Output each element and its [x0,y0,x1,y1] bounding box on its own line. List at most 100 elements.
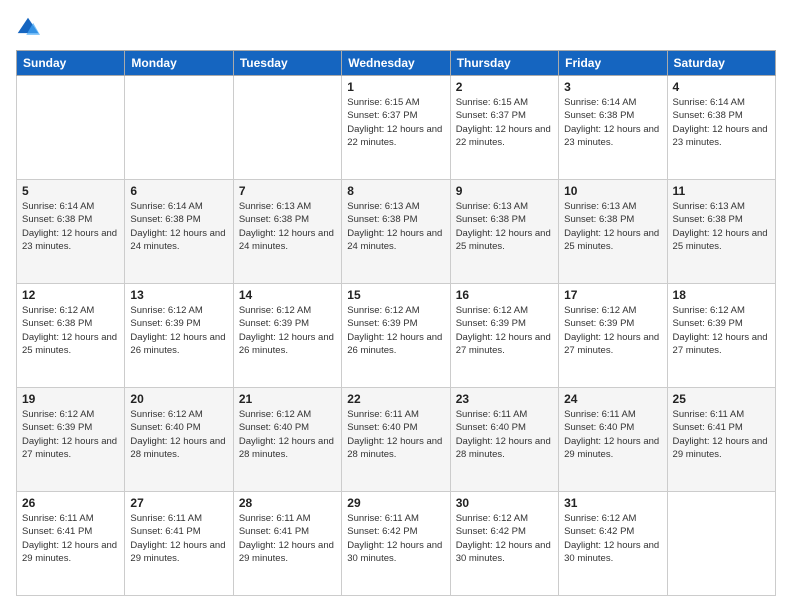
calendar-cell: 12 Sunrise: 6:12 AM Sunset: 6:38 PM Dayli… [17,284,125,388]
weekday-header-monday: Monday [125,51,233,76]
day-info: Sunrise: 6:13 AM Sunset: 6:38 PM Dayligh… [347,200,444,253]
calendar-page: SundayMondayTuesdayWednesdayThursdayFrid… [0,0,792,612]
logo-icon [16,16,40,40]
day-info: Sunrise: 6:12 AM Sunset: 6:42 PM Dayligh… [456,512,553,565]
day-number: 24 [564,392,661,406]
day-number: 10 [564,184,661,198]
day-info: Sunrise: 6:12 AM Sunset: 6:40 PM Dayligh… [239,408,336,461]
day-info: Sunrise: 6:11 AM Sunset: 6:40 PM Dayligh… [456,408,553,461]
day-info: Sunrise: 6:14 AM Sunset: 6:38 PM Dayligh… [673,96,770,149]
calendar-cell: 29 Sunrise: 6:11 AM Sunset: 6:42 PM Dayli… [342,492,450,596]
day-number: 18 [673,288,770,302]
weekday-header-wednesday: Wednesday [342,51,450,76]
day-number: 19 [22,392,119,406]
calendar-cell: 3Sunrise: 6:14 AM Sunset: 6:38 PM Daylig… [559,76,667,180]
day-info: Sunrise: 6:12 AM Sunset: 6:42 PM Dayligh… [564,512,661,565]
calendar-header: SundayMondayTuesdayWednesdayThursdayFrid… [17,51,776,76]
calendar-cell [17,76,125,180]
day-info: Sunrise: 6:12 AM Sunset: 6:40 PM Dayligh… [130,408,227,461]
weekday-header-saturday: Saturday [667,51,775,76]
day-info: Sunrise: 6:11 AM Sunset: 6:42 PM Dayligh… [347,512,444,565]
calendar-cell: 30Sunrise: 6:12 AM Sunset: 6:42 PM Dayli… [450,492,558,596]
day-number: 20 [130,392,227,406]
calendar-cell: 22 Sunrise: 6:11 AM Sunset: 6:40 PM Dayli… [342,388,450,492]
weekday-header-thursday: Thursday [450,51,558,76]
header [16,16,776,40]
day-number: 11 [673,184,770,198]
weekday-header-sunday: Sunday [17,51,125,76]
calendar-cell: 18 Sunrise: 6:12 AM Sunset: 6:39 PM Dayli… [667,284,775,388]
weekday-header-row: SundayMondayTuesdayWednesdayThursdayFrid… [17,51,776,76]
calendar-cell: 25Sunrise: 6:11 AM Sunset: 6:41 PM Dayli… [667,388,775,492]
calendar-cell: 23 Sunrise: 6:11 AM Sunset: 6:40 PM Dayli… [450,388,558,492]
day-info: Sunrise: 6:12 AM Sunset: 6:39 PM Dayligh… [239,304,336,357]
calendar-cell: 16 Sunrise: 6:12 AM Sunset: 6:39 PM Dayli… [450,284,558,388]
day-info: Sunrise: 6:12 AM Sunset: 6:39 PM Dayligh… [564,304,661,357]
calendar-cell: 15Sunrise: 6:12 AM Sunset: 6:39 PM Dayli… [342,284,450,388]
calendar-cell: 26Sunrise: 6:11 AM Sunset: 6:41 PM Dayli… [17,492,125,596]
day-info: Sunrise: 6:11 AM Sunset: 6:41 PM Dayligh… [239,512,336,565]
day-number: 31 [564,496,661,510]
calendar-cell: 27 Sunrise: 6:11 AM Sunset: 6:41 PM Dayli… [125,492,233,596]
calendar-cell: 21Sunrise: 6:12 AM Sunset: 6:40 PM Dayli… [233,388,341,492]
calendar-cell: 11Sunrise: 6:13 AM Sunset: 6:38 PM Dayli… [667,180,775,284]
calendar-cell: 17 Sunrise: 6:12 AM Sunset: 6:39 PM Dayli… [559,284,667,388]
day-number: 9 [456,184,553,198]
day-info: Sunrise: 6:15 AM Sunset: 6:37 PM Dayligh… [456,96,553,149]
day-info: Sunrise: 6:11 AM Sunset: 6:40 PM Dayligh… [347,408,444,461]
day-number: 25 [673,392,770,406]
calendar-cell: 9 Sunrise: 6:13 AM Sunset: 6:38 PM Daylig… [450,180,558,284]
day-number: 7 [239,184,336,198]
day-number: 6 [130,184,227,198]
day-number: 29 [347,496,444,510]
calendar-week-3: 12 Sunrise: 6:12 AM Sunset: 6:38 PM Dayli… [17,284,776,388]
day-info: Sunrise: 6:14 AM Sunset: 6:38 PM Dayligh… [130,200,227,253]
day-info: Sunrise: 6:11 AM Sunset: 6:40 PM Dayligh… [564,408,661,461]
day-number: 27 [130,496,227,510]
calendar-body: 1 Sunrise: 6:15 AM Sunset: 6:37 PM Daylig… [17,76,776,596]
day-info: Sunrise: 6:13 AM Sunset: 6:38 PM Dayligh… [456,200,553,253]
calendar-cell: 5 Sunrise: 6:14 AM Sunset: 6:38 PM Daylig… [17,180,125,284]
calendar-cell: 31 Sunrise: 6:12 AM Sunset: 6:42 PM Dayli… [559,492,667,596]
day-number: 16 [456,288,553,302]
day-info: Sunrise: 6:13 AM Sunset: 6:38 PM Dayligh… [564,200,661,253]
calendar-cell: 6 Sunrise: 6:14 AM Sunset: 6:38 PM Daylig… [125,180,233,284]
calendar-cell: 13Sunrise: 6:12 AM Sunset: 6:39 PM Dayli… [125,284,233,388]
day-info: Sunrise: 6:11 AM Sunset: 6:41 PM Dayligh… [130,512,227,565]
calendar-cell: 14 Sunrise: 6:12 AM Sunset: 6:39 PM Dayli… [233,284,341,388]
day-number: 14 [239,288,336,302]
calendar-table: SundayMondayTuesdayWednesdayThursdayFrid… [16,50,776,596]
calendar-cell: 8 Sunrise: 6:13 AM Sunset: 6:38 PM Daylig… [342,180,450,284]
day-info: Sunrise: 6:15 AM Sunset: 6:37 PM Dayligh… [347,96,444,149]
calendar-cell [125,76,233,180]
day-number: 26 [22,496,119,510]
day-info: Sunrise: 6:12 AM Sunset: 6:38 PM Dayligh… [22,304,119,357]
day-number: 22 [347,392,444,406]
day-number: 17 [564,288,661,302]
day-number: 8 [347,184,444,198]
day-info: Sunrise: 6:13 AM Sunset: 6:38 PM Dayligh… [239,200,336,253]
day-number: 12 [22,288,119,302]
day-info: Sunrise: 6:12 AM Sunset: 6:39 PM Dayligh… [673,304,770,357]
weekday-header-tuesday: Tuesday [233,51,341,76]
day-number: 5 [22,184,119,198]
calendar-cell: 10 Sunrise: 6:13 AM Sunset: 6:38 PM Dayli… [559,180,667,284]
calendar-week-2: 5 Sunrise: 6:14 AM Sunset: 6:38 PM Daylig… [17,180,776,284]
day-info: Sunrise: 6:12 AM Sunset: 6:39 PM Dayligh… [347,304,444,357]
calendar-week-4: 19 Sunrise: 6:12 AM Sunset: 6:39 PM Dayli… [17,388,776,492]
day-number: 28 [239,496,336,510]
day-number: 2 [456,80,553,94]
calendar-cell: 1 Sunrise: 6:15 AM Sunset: 6:37 PM Daylig… [342,76,450,180]
day-number: 1 [347,80,444,94]
calendar-cell: 20 Sunrise: 6:12 AM Sunset: 6:40 PM Dayli… [125,388,233,492]
calendar-cell [667,492,775,596]
calendar-cell: 7 Sunrise: 6:13 AM Sunset: 6:38 PM Daylig… [233,180,341,284]
day-number: 23 [456,392,553,406]
calendar-cell [233,76,341,180]
day-info: Sunrise: 6:12 AM Sunset: 6:39 PM Dayligh… [130,304,227,357]
day-info: Sunrise: 6:14 AM Sunset: 6:38 PM Dayligh… [22,200,119,253]
day-info: Sunrise: 6:12 AM Sunset: 6:39 PM Dayligh… [456,304,553,357]
calendar-week-1: 1 Sunrise: 6:15 AM Sunset: 6:37 PM Daylig… [17,76,776,180]
day-number: 4 [673,80,770,94]
day-info: Sunrise: 6:12 AM Sunset: 6:39 PM Dayligh… [22,408,119,461]
